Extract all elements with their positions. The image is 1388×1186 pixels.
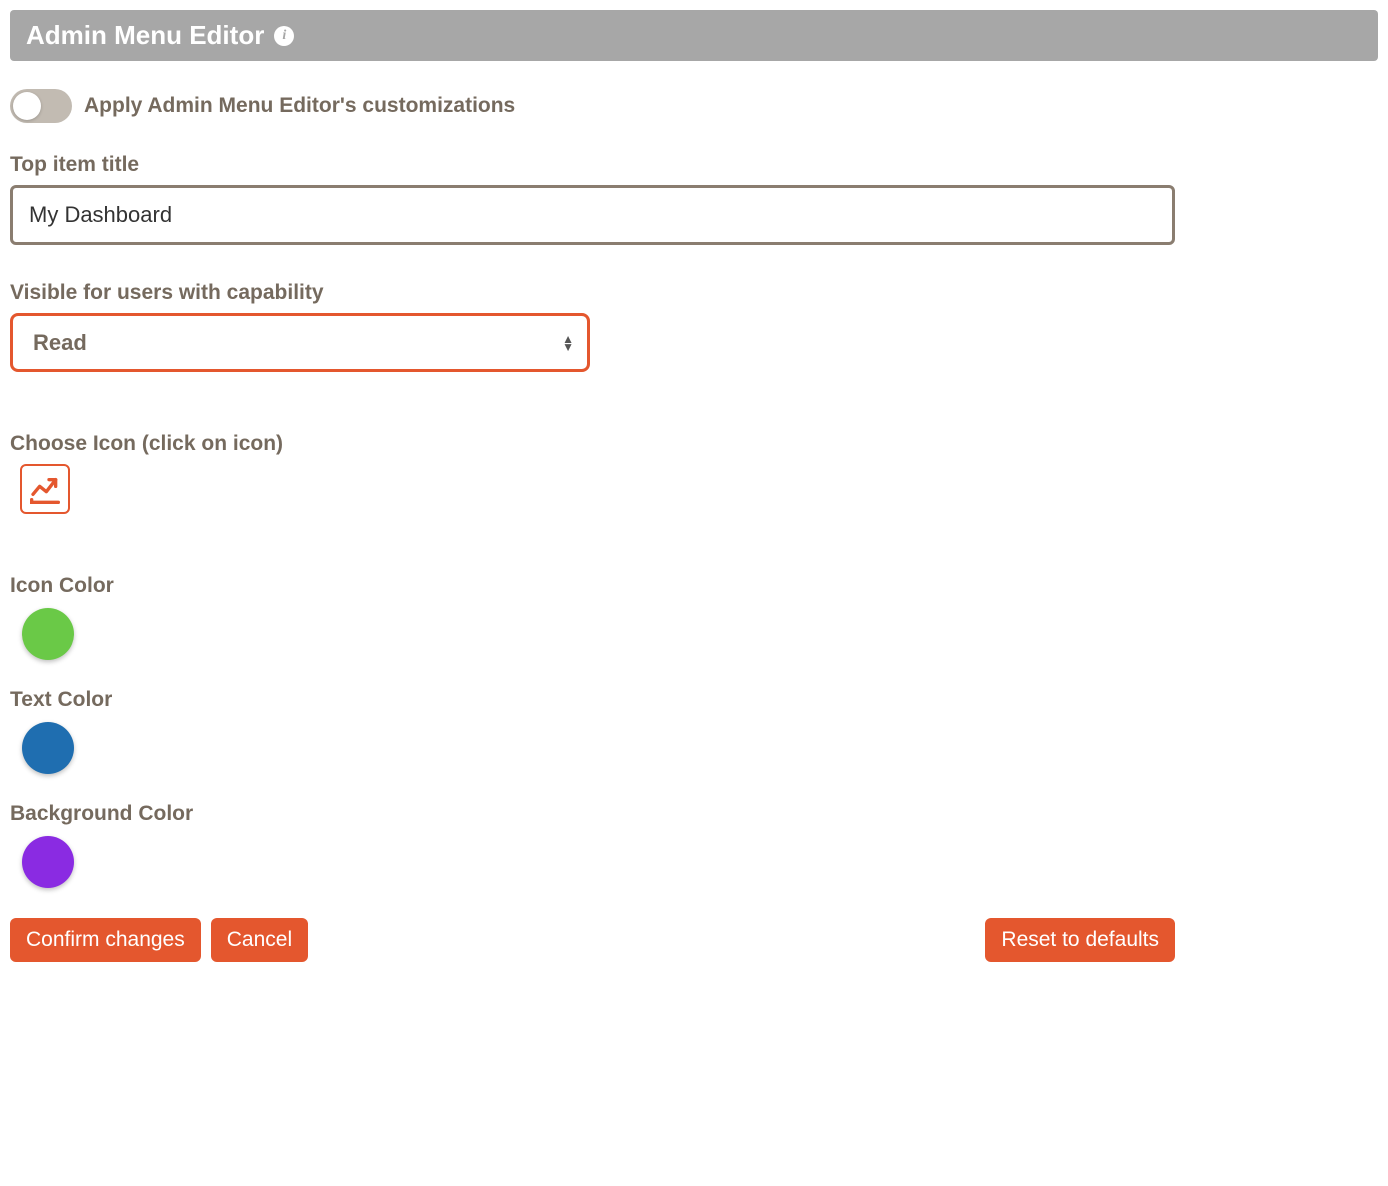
info-icon[interactable]: i bbox=[274, 26, 294, 46]
capability-select[interactable]: Read bbox=[10, 313, 590, 372]
background-color-swatch[interactable] bbox=[22, 836, 74, 888]
icon-color-section: Icon Color bbox=[10, 574, 1378, 660]
text-color-label: Text Color bbox=[10, 688, 1378, 712]
capability-select-wrapper: Read ▲ ▼ bbox=[10, 313, 590, 372]
icon-picker-button[interactable] bbox=[20, 464, 70, 514]
capability-label: Visible for users with capability bbox=[10, 281, 1378, 305]
top-item-title-label: Top item title bbox=[10, 153, 1378, 177]
text-color-swatch[interactable] bbox=[22, 722, 74, 774]
header-bar: Admin Menu Editor i bbox=[10, 10, 1378, 61]
cancel-button[interactable]: Cancel bbox=[211, 918, 308, 962]
toggle-knob bbox=[13, 92, 41, 120]
chart-line-icon bbox=[29, 473, 61, 505]
background-color-label: Background Color bbox=[10, 802, 1378, 826]
icon-color-swatch[interactable] bbox=[22, 608, 74, 660]
apply-customizations-label: Apply Admin Menu Editor's customizations bbox=[84, 94, 515, 118]
button-group-left: Confirm changes Cancel bbox=[10, 918, 308, 962]
button-row: Confirm changes Cancel Reset to defaults bbox=[10, 918, 1175, 962]
background-color-section: Background Color bbox=[10, 802, 1378, 888]
page-title: Admin Menu Editor bbox=[26, 20, 264, 51]
top-item-title-input[interactable] bbox=[10, 185, 1175, 245]
reset-button[interactable]: Reset to defaults bbox=[985, 918, 1175, 962]
text-color-section: Text Color bbox=[10, 688, 1378, 774]
confirm-button[interactable]: Confirm changes bbox=[10, 918, 201, 962]
apply-customizations-toggle[interactable] bbox=[10, 89, 72, 123]
choose-icon-section: Choose Icon (click on icon) bbox=[10, 432, 1378, 514]
choose-icon-label: Choose Icon (click on icon) bbox=[10, 432, 1378, 456]
apply-customizations-row: Apply Admin Menu Editor's customizations bbox=[10, 89, 1378, 123]
icon-color-label: Icon Color bbox=[10, 574, 1378, 598]
